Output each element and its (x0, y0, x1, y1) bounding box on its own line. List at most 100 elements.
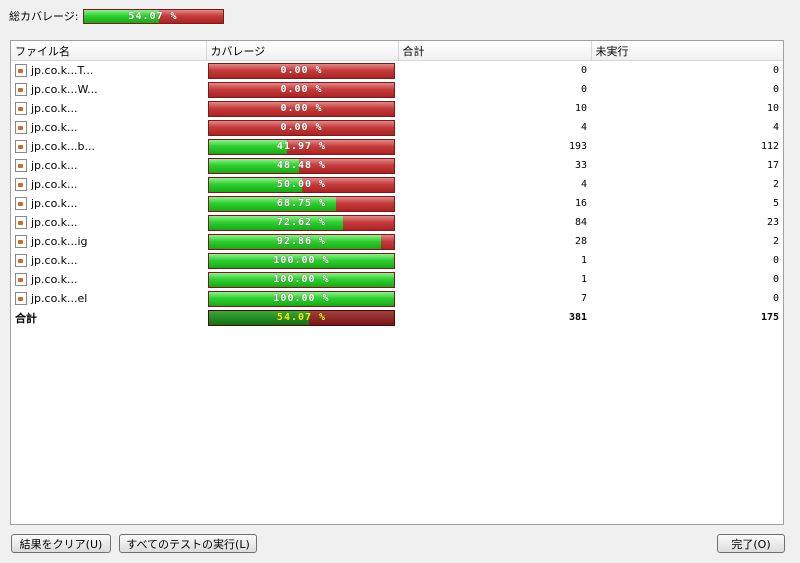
coverage-cell: 100.00 % (206, 289, 398, 308)
filename-cell: jp.co.k...el (11, 289, 206, 308)
table-row[interactable]: jp.co.k... 0.00 % 10 10 (11, 99, 783, 118)
column-header-unexecuted[interactable]: 未実行 (591, 41, 783, 61)
column-header-filename[interactable]: ファイル名 (11, 41, 207, 61)
coverage-cell: 100.00 % (206, 270, 398, 289)
coverage-bar: 92.86 % (208, 233, 395, 250)
total-coverage-label: 総カバレージ: (9, 10, 79, 23)
coverage-cell: 41.97 % (206, 137, 398, 156)
unexecuted-count-cell: 175 (760, 312, 779, 323)
unexecuted-count-cell: 5 (772, 198, 779, 209)
java-file-icon (15, 83, 27, 96)
filename-cell: jp.co.k... (11, 194, 206, 213)
clear-results-button[interactable]: 結果をクリア(U) (11, 534, 111, 553)
unexecuted-count-cell: 2 (772, 179, 779, 190)
java-file-icon (15, 292, 27, 305)
java-file-icon (15, 140, 27, 153)
coverage-percent: 100.00 % (273, 274, 330, 285)
total-count-cell: 7 (580, 293, 587, 304)
coverage-cell: 100.00 % (206, 251, 398, 270)
table-row[interactable]: jp.co.k... 68.75 % 16 5 (11, 194, 783, 213)
coverage-bar: 0.00 % (208, 81, 395, 98)
filename: jp.co.k... (15, 159, 202, 172)
total-count-cell: 28 (574, 236, 587, 247)
java-file-icon (15, 235, 27, 248)
table-row[interactable]: jp.co.k... 100.00 % 1 0 (11, 270, 783, 289)
table-row[interactable]: jp.co.k... 72.62 % 84 23 (11, 213, 783, 232)
java-file-icon (15, 159, 27, 172)
total-count-cell: 16 (574, 198, 587, 209)
table-row[interactable]: jp.co.k... 0.00 % 4 4 (11, 118, 783, 137)
coverage-percent: 68.75 % (276, 198, 327, 209)
coverage-results-panel[interactable]: ファイル名 カバレージ 合計 未実行 jp.co.k...T... 0.00 % 0… (10, 40, 784, 525)
total-label-cell: 合計 (15, 311, 37, 325)
table-row[interactable]: jp.co.k...b... 41.97 % 193 112 (11, 137, 783, 156)
table-header-row: ファイル名 カバレージ 合計 未実行 (11, 41, 783, 61)
coverage-cell: 54.07 % (206, 308, 398, 327)
filename-cell: jp.co.k... (11, 99, 206, 118)
total-count-cell: 84 (574, 217, 587, 228)
done-button[interactable]: 完了(O) (717, 534, 785, 553)
total-count-cell: 1 (580, 255, 587, 266)
column-header-total[interactable]: 合計 (398, 41, 592, 61)
coverage-bar: 100.00 % (208, 290, 395, 307)
java-file-icon (15, 197, 27, 210)
filename-text: jp.co.k...el (31, 292, 88, 305)
java-file-icon (15, 254, 27, 267)
coverage-cell: 68.75 % (206, 194, 398, 213)
filename: jp.co.k...T... (15, 64, 202, 77)
table-row[interactable]: jp.co.k... 48.48 % 33 17 (11, 156, 783, 175)
unexecuted-count-cell: 23 (766, 217, 779, 228)
filename-text: jp.co.k... (31, 102, 78, 115)
total-count-cell: 10 (574, 103, 587, 114)
filename-cell: jp.co.k...b... (11, 137, 206, 156)
table-row[interactable]: jp.co.k...ig 92.86 % 28 2 (11, 232, 783, 251)
coverage-cell: 0.00 % (206, 118, 398, 137)
coverage-table: ファイル名 カバレージ 合計 未実行 jp.co.k...T... 0.00 % 0… (11, 41, 783, 327)
unexecuted-count-cell: 0 (772, 255, 779, 266)
filename-cell: jp.co.k... (11, 270, 206, 289)
coverage-bar: 68.75 % (208, 195, 395, 212)
column-header-coverage[interactable]: カバレージ (206, 41, 399, 61)
coverage-percent: 54.07 % (276, 312, 327, 323)
total-count-cell: 0 (580, 65, 587, 76)
total-count-cell: 381 (568, 312, 587, 323)
table-row[interactable]: jp.co.k... 50.00 % 4 2 (11, 175, 783, 194)
coverage-bar: 0.00 % (208, 119, 395, 136)
run-all-tests-button[interactable]: すべてのテストの実行(L) (119, 534, 257, 553)
java-file-icon (15, 121, 27, 134)
coverage-bar: 100.00 % (208, 271, 395, 288)
coverage-bar: 100.00 % (208, 252, 395, 269)
filename: jp.co.k... (15, 254, 202, 267)
filename-text: jp.co.k...ig (31, 235, 88, 248)
unexecuted-count-cell: 2 (772, 236, 779, 247)
total-coverage-percent: 54.07 % (128, 10, 178, 22)
filename-text: jp.co.k...W... (31, 83, 98, 96)
table-row[interactable]: jp.co.k... 100.00 % 1 0 (11, 251, 783, 270)
coverage-percent: 48.48 % (276, 160, 327, 171)
filename: jp.co.k...b... (15, 140, 202, 153)
total-row[interactable]: 合計 54.07 % 381 175 (11, 308, 783, 327)
filename-text: jp.co.k... (31, 254, 78, 267)
unexecuted-count-cell: 0 (772, 274, 779, 285)
total-coverage-summary: 総カバレージ: 54.07 % (9, 8, 224, 24)
unexecuted-count-cell: 17 (766, 160, 779, 171)
filename: jp.co.k... (15, 102, 202, 115)
coverage-cell: 50.00 % (206, 175, 398, 194)
table-row[interactable]: jp.co.k...el 100.00 % 7 0 (11, 289, 783, 308)
table-row[interactable]: jp.co.k...W... 0.00 % 0 0 (11, 80, 783, 99)
coverage-bar: 41.97 % (208, 138, 395, 155)
filename: jp.co.k...ig (15, 235, 202, 248)
unexecuted-count-cell: 0 (772, 84, 779, 95)
coverage-cell: 0.00 % (206, 61, 398, 81)
filename-text: jp.co.k... (31, 216, 78, 229)
filename: jp.co.k...W... (15, 83, 202, 96)
java-file-icon (15, 216, 27, 229)
total-count-cell: 4 (580, 179, 587, 190)
coverage-cell: 0.00 % (206, 99, 398, 118)
coverage-percent: 50.00 % (276, 179, 327, 190)
coverage-percent: 0.00 % (280, 84, 323, 95)
total-count-cell: 0 (580, 84, 587, 95)
java-file-icon (15, 64, 27, 77)
total-count-cell: 193 (568, 141, 587, 152)
table-row[interactable]: jp.co.k...T... 0.00 % 0 0 (11, 61, 783, 81)
